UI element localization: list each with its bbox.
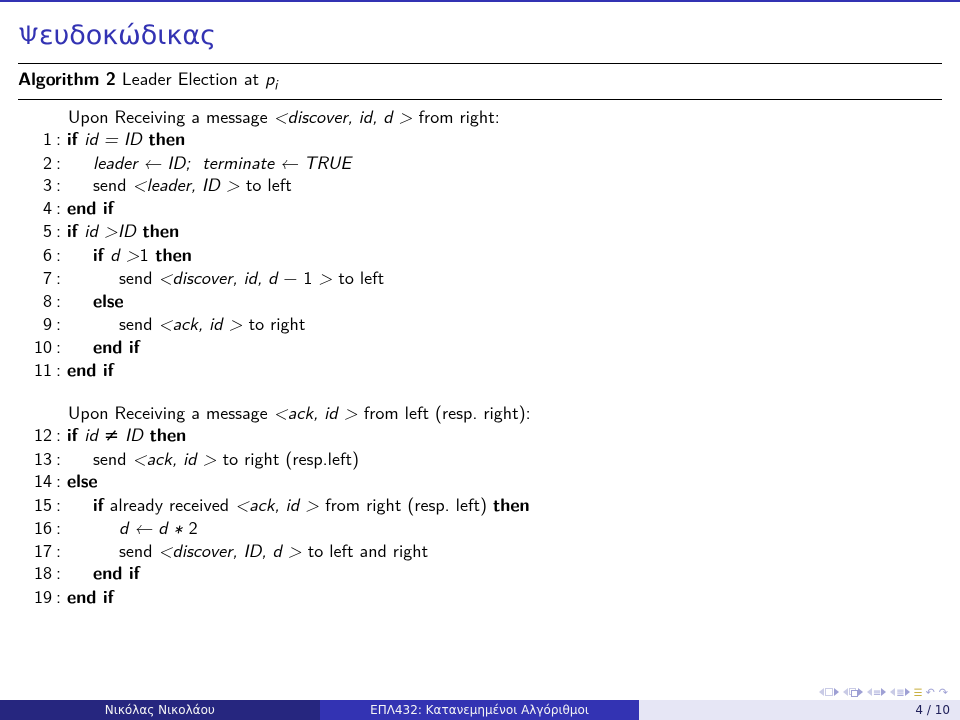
event-header-1: Upon Receiving a message <discover, id, …: [18, 105, 942, 128]
line-10: 10:end if: [18, 335, 942, 359]
nav-next2-icon: [858, 688, 863, 696]
line-11: 11:end if: [18, 358, 942, 382]
nav-subsection-group[interactable]: ≣: [890, 685, 909, 700]
algo-caption-text: Leader Election at: [116, 64, 265, 91]
code-block-1: Upon Receiving a message <discover, id, …: [18, 105, 942, 382]
line-3: 3:send <leader, ID > to left: [18, 173, 942, 196]
algo-caption: Algorithm 2 Leader Election at pi: [18, 64, 942, 95]
footer-title: ΕΠΛ432: Κατανεμημένοι Αλγόριθμοι: [320, 700, 640, 720]
algo-number: Algorithm 2: [18, 66, 116, 91]
nav-next-icon: [834, 688, 839, 696]
line-5: 5:if id >ID then: [18, 219, 942, 243]
footer-author: Νικόλας Νικολάου: [0, 700, 320, 720]
nav-slide-group[interactable]: [819, 688, 839, 696]
algo-var: p: [265, 64, 274, 91]
nav-prev4-icon: [890, 688, 895, 696]
nav-fwd-icon[interactable]: ↷: [939, 684, 948, 700]
line-19: 19:end if: [18, 585, 942, 609]
line-7: 7:send <discover, id, d − 1 > to left: [18, 266, 942, 289]
nav-prev3-icon: [867, 688, 872, 696]
nav-prev-icon: [819, 688, 824, 696]
header-rule: [0, 0, 960, 2]
line-18: 18:end if: [18, 561, 942, 585]
beamer-nav: ≡ ≣ ☰ ↶ ↷: [819, 684, 948, 700]
line-4: 4:end if: [18, 196, 942, 220]
algo-sub: i: [274, 75, 277, 95]
nav-section-group[interactable]: ≡: [867, 685, 886, 700]
line-9: 9:send <ack, id > to right: [18, 312, 942, 335]
algo-rule-mid: [18, 99, 942, 100]
slide-title: Ψευδοκώδικας: [18, 14, 942, 53]
line-17: 17:send <discover, ID, d > to left and r…: [18, 539, 942, 562]
nav-bars2-icon: ≣: [896, 685, 903, 700]
nav-next4-icon: [905, 688, 910, 696]
nav-prev2-icon: [843, 688, 848, 696]
nav-frame-icon: [825, 688, 833, 696]
footer-page: 4 / 10: [639, 700, 960, 720]
event-header-2: Upon Receiving a message <ack, id > from…: [18, 401, 942, 424]
nav-next3-icon: [881, 688, 886, 696]
nav-goto-icon[interactable]: ☰: [914, 685, 922, 700]
nav-back-icon[interactable]: ↶: [926, 684, 935, 700]
nav-bars-icon: ≡: [873, 685, 880, 700]
slide-content: Ψευδοκώδικας Algorithm 2 Leader Election…: [0, 0, 960, 608]
code-block-2: Upon Receiving a message <ack, id > from…: [18, 401, 942, 609]
footer: Νικόλας Νικολάου ΕΠΛ432: Κατανεμημένοι Α…: [0, 700, 960, 720]
nav-frame-group[interactable]: [843, 688, 863, 696]
nav-stack-icon: [849, 688, 857, 696]
line-13: 13:send <ack, id > to right (resp.left): [18, 447, 942, 470]
